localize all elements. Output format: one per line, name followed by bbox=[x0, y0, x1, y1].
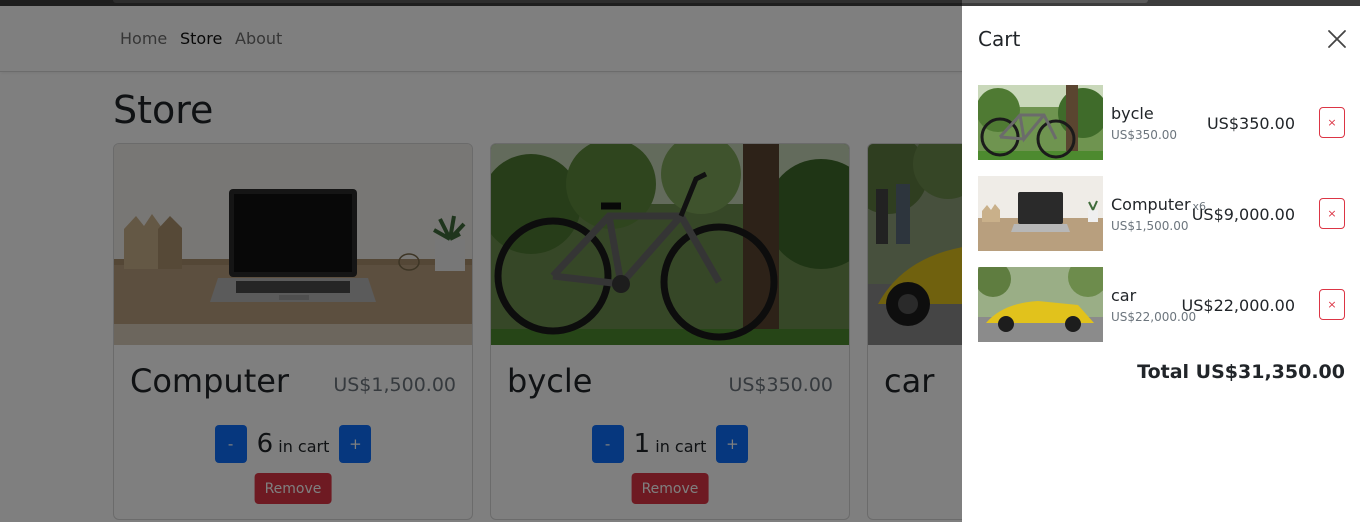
cart-item-name: car bbox=[1111, 286, 1137, 305]
cart-item-image bbox=[978, 176, 1103, 251]
cart-item-name: bycle bbox=[1111, 104, 1154, 123]
cart-item-image bbox=[978, 267, 1103, 342]
cart-item-computer: Computer x6 US$1,500.00 US$9,000.00 × bbox=[978, 176, 1345, 251]
cart-item-remove-button[interactable]: × bbox=[1319, 198, 1345, 229]
offcanvas-backdrop[interactable] bbox=[0, 0, 962, 522]
cart-item-line-total: US$22,000.00 bbox=[1181, 296, 1295, 315]
cart-title: Cart bbox=[978, 27, 1021, 51]
cart-total: Total US$31,350.00 bbox=[1137, 361, 1345, 383]
cart-item-line-total: US$350.00 bbox=[1206, 114, 1295, 133]
cart-item-line-total: US$9,000.00 bbox=[1191, 205, 1295, 224]
close-icon[interactable] bbox=[1326, 28, 1348, 50]
cart-item-unit-price: US$1,500.00 bbox=[1111, 219, 1189, 233]
cart-item-bycle: bycle US$350.00 US$350.00 × bbox=[978, 85, 1345, 160]
cart-item-remove-button[interactable]: × bbox=[1319, 289, 1345, 320]
cart-offcanvas: Cart bycle US$350.00 US$350.00 × Compute… bbox=[962, 6, 1360, 522]
cart-item-car: car US$22,000.00 US$22,000.00 × bbox=[978, 267, 1345, 342]
cart-item-image bbox=[978, 85, 1103, 160]
cart-item-unit-price: US$350.00 bbox=[1111, 128, 1178, 142]
cart-item-remove-button[interactable]: × bbox=[1319, 107, 1345, 138]
